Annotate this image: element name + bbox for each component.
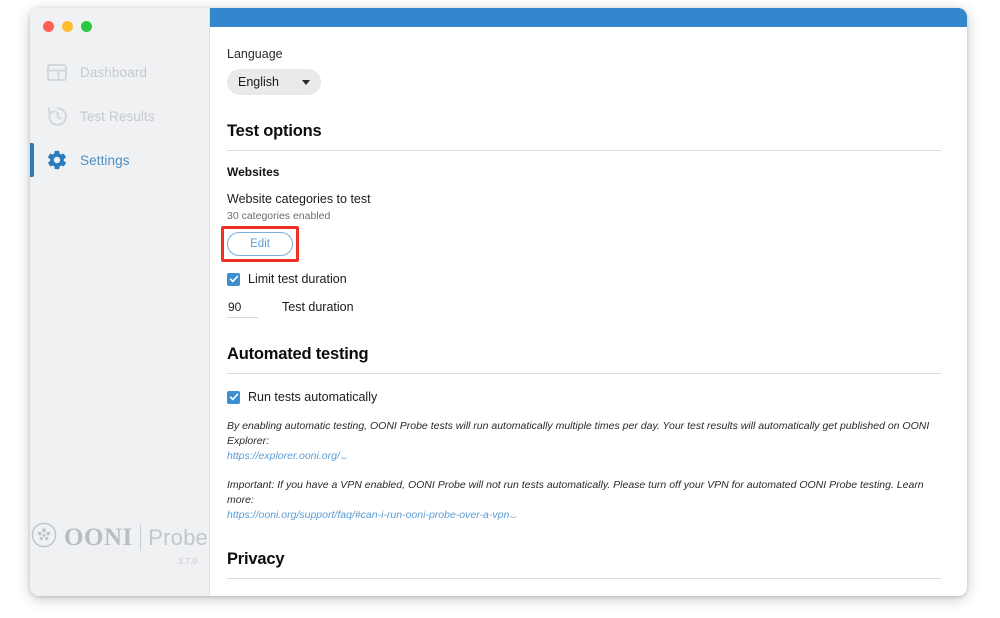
sidebar-item-settings[interactable]: Settings xyxy=(30,138,209,182)
close-window-button[interactable] xyxy=(43,21,54,32)
logo-row: OONI Probe xyxy=(31,522,208,553)
sidebar-item-test-results[interactable]: Test Results xyxy=(30,94,209,138)
vpn-warning-description: Important: If you have a VPN enabled, OO… xyxy=(227,478,941,524)
sidebar-logo: OONI Probe 3.7.0 xyxy=(30,522,209,596)
main-panel: Language English Test options Websites W… xyxy=(210,8,967,596)
sidebar: Dashboard Test Results xyxy=(30,8,210,596)
explorer-link-text: https://explorer.ooni.org/ xyxy=(227,450,340,462)
logo-divider xyxy=(140,525,142,551)
external-link-icon: ⏡ xyxy=(341,450,347,459)
chevron-down-icon xyxy=(302,80,310,85)
window-controls xyxy=(30,8,209,30)
limit-test-duration-row[interactable]: Limit test duration xyxy=(227,272,941,286)
sidebar-item-label: Dashboard xyxy=(80,65,147,80)
edit-button-wrapper: Edit xyxy=(227,232,293,256)
limit-test-duration-label: Limit test duration xyxy=(248,272,347,286)
automated-testing-description: By enabling automatic testing, OONI Prob… xyxy=(227,419,941,465)
logo-product-text: Probe xyxy=(148,525,208,551)
run-tests-automatically-label: Run tests automatically xyxy=(248,390,377,404)
sidebar-nav: Dashboard Test Results xyxy=(30,50,209,182)
automated-testing-paragraph-2: Important: If you have a VPN enabled, OO… xyxy=(227,479,924,506)
run-tests-automatically-row[interactable]: Run tests automatically xyxy=(227,390,941,404)
logo-brand-text: OONI xyxy=(64,524,133,552)
language-selected-value: English xyxy=(238,75,279,89)
website-categories-label: Website categories to test xyxy=(227,192,941,206)
title-bar xyxy=(210,8,967,27)
language-label: Language xyxy=(227,47,941,61)
test-duration-row: Test duration xyxy=(227,300,941,318)
faq-vpn-link-text: https://ooni.org/support/faq/#can-i-run-… xyxy=(227,509,509,521)
gear-icon xyxy=(44,147,70,173)
test-results-icon xyxy=(44,103,70,129)
app-window: Dashboard Test Results xyxy=(30,8,967,596)
automated-testing-heading: Automated testing xyxy=(227,345,941,364)
test-duration-input[interactable] xyxy=(227,300,258,318)
test-options-heading: Test options xyxy=(227,122,941,141)
sidebar-item-dashboard[interactable]: Dashboard xyxy=(30,50,209,94)
faq-vpn-link[interactable]: https://ooni.org/support/faq/#can-i-run-… xyxy=(227,509,517,521)
sidebar-item-label: Test Results xyxy=(80,109,155,124)
privacy-heading: Privacy xyxy=(227,550,941,569)
ooni-mark-icon xyxy=(31,522,57,553)
language-select[interactable]: English xyxy=(227,69,321,95)
dashboard-icon xyxy=(44,59,70,85)
categories-enabled-count: 30 categories enabled xyxy=(227,210,941,222)
run-tests-automatically-checkbox[interactable] xyxy=(227,391,240,404)
websites-heading: Websites xyxy=(227,165,941,179)
section-divider xyxy=(227,150,941,151)
auto-publish-results-label: Automatically Publish Results xyxy=(248,595,412,596)
maximize-window-button[interactable] xyxy=(81,21,92,32)
minimize-window-button[interactable] xyxy=(62,21,73,32)
logo-version-text: 3.7.0 xyxy=(178,556,197,566)
automated-testing-paragraph-1: By enabling automatic testing, OONI Prob… xyxy=(227,420,929,447)
sidebar-item-label: Settings xyxy=(80,153,130,168)
test-duration-label: Test duration xyxy=(282,300,354,314)
explorer-link[interactable]: https://explorer.ooni.org/⏡ xyxy=(227,450,347,462)
edit-categories-button[interactable]: Edit xyxy=(227,232,293,256)
section-divider xyxy=(227,373,941,374)
section-divider xyxy=(227,578,941,579)
limit-test-duration-checkbox[interactable] xyxy=(227,273,240,286)
settings-content: Language English Test options Websites W… xyxy=(210,27,967,596)
auto-publish-results-row[interactable]: Automatically Publish Results xyxy=(227,595,941,596)
external-link-icon: ⏡ xyxy=(510,509,516,518)
